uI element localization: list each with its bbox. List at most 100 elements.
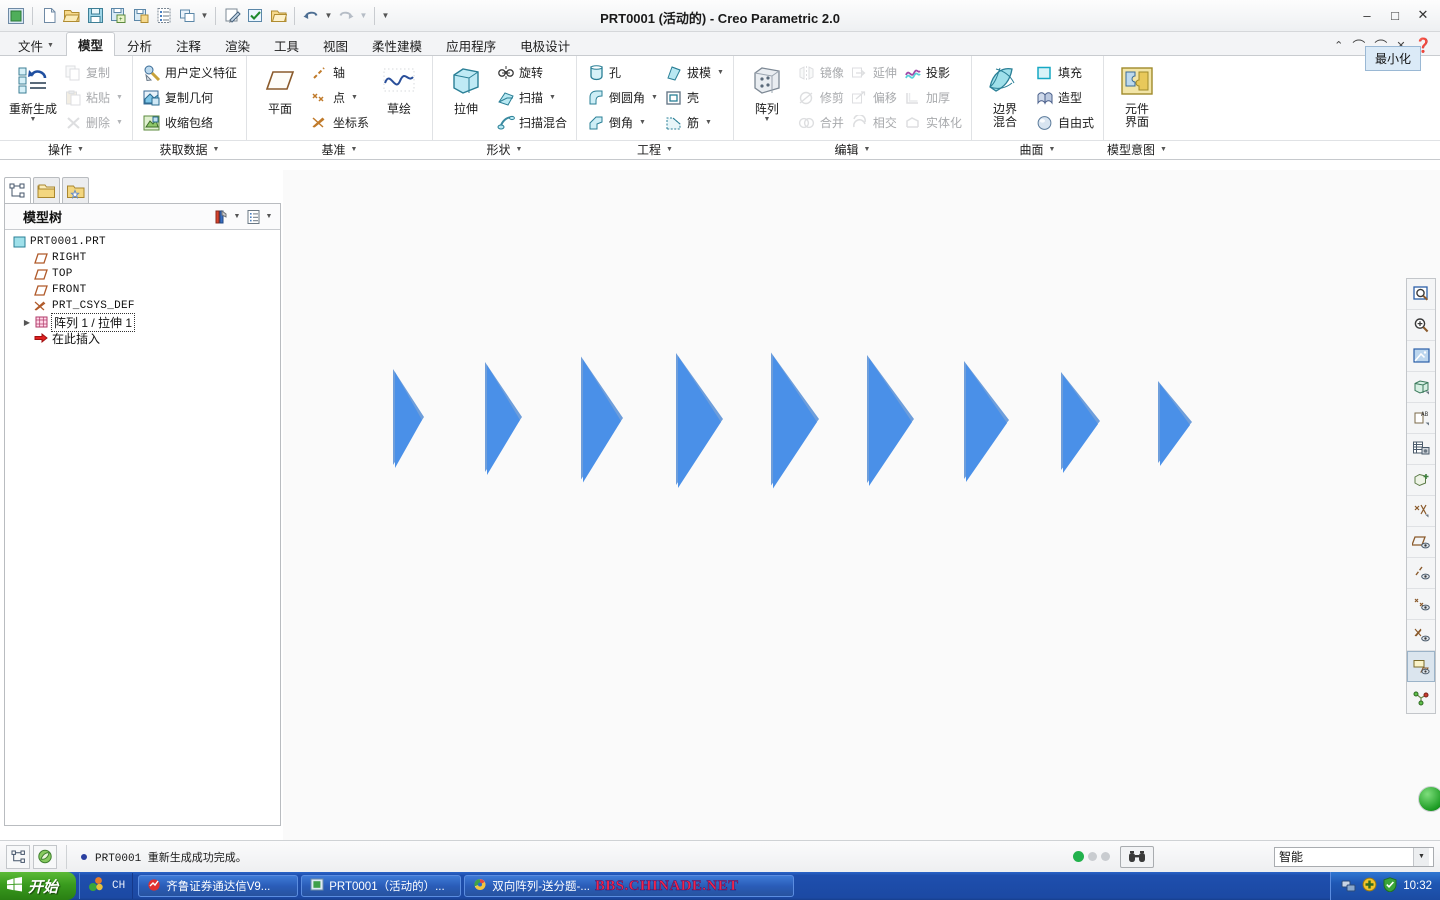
tree-node[interactable]: PRT_CSYS_DEF xyxy=(5,298,280,314)
ribbon-button-sketch[interactable]: 草绘 xyxy=(372,59,426,140)
chevron-down-icon[interactable]: ▼ xyxy=(863,146,870,153)
chevron-down-icon[interactable]: ▼ xyxy=(651,94,658,101)
chevron-down-icon[interactable]: ▼ xyxy=(717,69,724,76)
check-icon[interactable] xyxy=(244,5,266,27)
ribbon-group-label[interactable]: 操作 ▼ xyxy=(0,140,132,159)
update-icon[interactable] xyxy=(1362,877,1377,895)
tree-node[interactable]: ▶ 阵列 1 / 拉伸 1 xyxy=(5,312,280,332)
ribbon-button-revolve[interactable]: 旋转 xyxy=(493,60,570,85)
model-shape[interactable] xyxy=(869,358,912,486)
ribbon-group-label[interactable]: 曲面 ▼ xyxy=(972,140,1103,159)
collapse-ribbon-icon[interactable]: ⌃ xyxy=(1334,39,1343,52)
ribbon-button-regenerate[interactable]: 重新生成 ▼ xyxy=(6,59,60,140)
tree-filter-icon[interactable] xyxy=(211,207,231,227)
ribbon-button-rib[interactable]: 筋 ▼ xyxy=(661,110,727,135)
model-shape[interactable] xyxy=(966,364,1007,482)
tree-display-icon[interactable] xyxy=(243,207,263,227)
tree-display-chevron-down-icon[interactable]: ▼ xyxy=(263,213,275,220)
undo-icon[interactable] xyxy=(300,5,322,27)
model-shape[interactable] xyxy=(583,359,621,483)
save-icon[interactable] xyxy=(84,5,106,27)
chevron-down-icon[interactable]: ▼ xyxy=(1049,146,1056,153)
close-window-icon[interactable] xyxy=(267,5,289,27)
ribbon-button-fill[interactable]: 填充 xyxy=(1032,60,1097,85)
ribbon-button-datum-point[interactable]: 点 ▼ xyxy=(307,85,372,110)
ribbon-tab-7[interactable]: 柔性建模 xyxy=(360,33,434,56)
model-shape[interactable] xyxy=(1063,375,1098,473)
ribbon-button-shell[interactable]: 壳 xyxy=(661,85,727,110)
minimize-button[interactable]: – xyxy=(1356,6,1378,24)
app-icon[interactable] xyxy=(5,5,27,27)
ribbon-button-boundary-blend[interactable]: 边界 混合 xyxy=(978,59,1032,140)
view-manager-icon[interactable] xyxy=(1407,465,1435,496)
ribbon-button-swept-blend[interactable]: 扫描混合 xyxy=(493,110,570,135)
regenerate-icon[interactable] xyxy=(221,5,243,27)
tree-node[interactable]: 在此插入 xyxy=(5,330,280,346)
chevron-down-icon[interactable]: ▼ xyxy=(30,116,37,124)
ribbon-group-label[interactable]: 基准 ▼ xyxy=(247,140,432,159)
repaint-icon[interactable] xyxy=(1407,341,1435,372)
model-tree-toggle-icon[interactable] xyxy=(6,844,30,869)
ribbon-button-pattern[interactable]: 阵列 ▼ xyxy=(740,59,794,140)
taskbar-item[interactable]: 双向阵列-送分题-... BBS.CHINADE.NET xyxy=(464,875,795,897)
save-as-icon[interactable]: + xyxy=(107,5,129,27)
ribbon-tab-1[interactable]: 模型 xyxy=(65,32,115,56)
model-shape[interactable] xyxy=(1160,384,1190,466)
ribbon-group-label[interactable]: 获取数据 ▼ xyxy=(133,140,246,159)
security-icon[interactable] xyxy=(1383,877,1397,895)
ribbon-button-draft[interactable]: 拔模 ▼ xyxy=(661,60,727,85)
axis-display-icon[interactable] xyxy=(1407,558,1435,589)
csys-display-icon[interactable] xyxy=(1407,620,1435,651)
chevron-down-icon[interactable]: ▼ xyxy=(47,42,54,49)
minimize-icon-small[interactable]: ⌒ xyxy=(1352,36,1365,55)
new-file-icon[interactable] xyxy=(38,5,60,27)
ribbon-button-style[interactable]: 造型 xyxy=(1032,85,1097,110)
point-display-icon[interactable] xyxy=(1407,589,1435,620)
chevron-down-icon[interactable]: ▼ xyxy=(1160,146,1167,153)
ribbon-tab-0[interactable]: 文件 ▼ xyxy=(6,33,66,56)
ime-indicator[interactable]: CH xyxy=(112,880,125,892)
selection-filter-combo[interactable]: 智能 ▼ xyxy=(1274,846,1434,867)
chevron-down-icon[interactable]: ▼ xyxy=(213,146,220,153)
model-tree-tab[interactable] xyxy=(4,177,31,203)
refit-icon[interactable] xyxy=(1407,279,1435,310)
print-list-icon[interactable] xyxy=(153,5,175,27)
window-chevron-down-icon[interactable]: ▼ xyxy=(199,6,210,26)
ribbon-button-component-interface[interactable]: 元件 界面 xyxy=(1110,59,1164,140)
ribbon-tab-6[interactable]: 视图 xyxy=(311,33,360,56)
chevron-down-icon[interactable]: ▼ xyxy=(351,146,358,153)
ribbon-button-chamfer[interactable]: 倒角 ▼ xyxy=(583,110,661,135)
ribbon-button-datum-axis[interactable]: 轴 xyxy=(307,60,372,85)
ribbon-button-project[interactable]: 投影 xyxy=(900,60,965,85)
graphics-area[interactable] xyxy=(283,170,1440,840)
favorites-tab[interactable] xyxy=(62,177,89,203)
undo-chevron-down-icon[interactable]: ▼ xyxy=(323,6,334,26)
ribbon-group-label[interactable]: 模型意图 ▼ xyxy=(1104,140,1170,159)
ribbon-group-label[interactable]: 编辑 ▼ xyxy=(734,140,971,159)
ribbon-tab-9[interactable]: 电极设计 xyxy=(508,33,582,56)
ribbon-button-sweep[interactable]: 扫描 ▼ xyxy=(493,85,570,110)
start-button[interactable]: 开始 xyxy=(0,872,77,900)
network-icon[interactable] xyxy=(1341,878,1356,895)
ribbon-button-extrude[interactable]: 拉伸 xyxy=(439,59,493,140)
ribbon-button-udf[interactable]: 用户定义特征 xyxy=(139,60,240,85)
ribbon-tab-3[interactable]: 注释 xyxy=(164,33,213,56)
find-icon[interactable] xyxy=(1120,845,1154,868)
tree-filter-chevron-down-icon[interactable]: ▼ xyxy=(231,213,243,220)
ribbon-button-freestyle[interactable]: 自由式 xyxy=(1032,110,1097,135)
maximize-button[interactable]: □ xyxy=(1384,6,1406,24)
open-file-icon[interactable] xyxy=(61,5,83,27)
annotation-display-icon[interactable]: AB xyxy=(1407,403,1435,434)
chevron-down-icon[interactable]: ▼ xyxy=(639,119,646,126)
ribbon-button-coordinate-system[interactable]: 坐标系 xyxy=(307,110,372,135)
ribbon-tab-4[interactable]: 渲染 xyxy=(213,33,262,56)
chevron-down-icon[interactable]: ▼ xyxy=(705,119,712,126)
web-browser-icon[interactable] xyxy=(33,844,57,869)
model-shape[interactable] xyxy=(487,365,520,475)
ribbon-group-label[interactable]: 形状 ▼ xyxy=(433,140,576,159)
saved-views-icon[interactable] xyxy=(1407,434,1435,465)
ribbon-button-hole[interactable]: 孔 xyxy=(583,60,661,85)
ribbon-tab-5[interactable]: 工具 xyxy=(262,33,311,56)
ribbon-group-label[interactable]: 工程 ▼ xyxy=(577,140,733,159)
redo-chevron-down-icon[interactable]: ▼ xyxy=(358,6,369,26)
